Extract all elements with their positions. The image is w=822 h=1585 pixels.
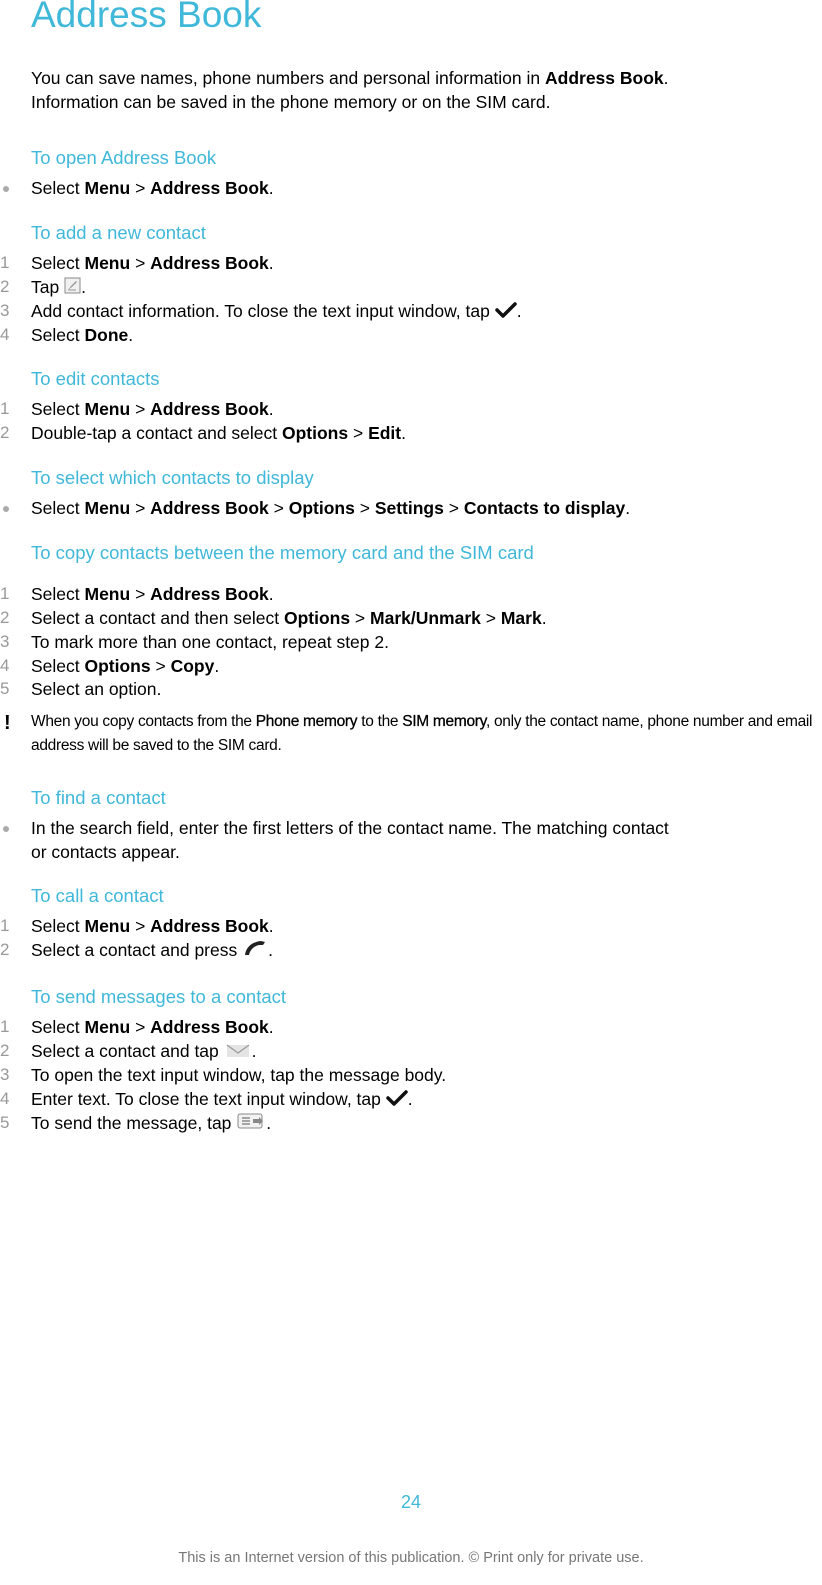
bullet-icon — [3, 186, 9, 192]
step-number: 2 — [0, 277, 10, 296]
intro-line-2: Information can be saved in the phone me… — [31, 92, 551, 112]
step-number: 1 — [0, 584, 10, 603]
step-number: 1 — [0, 916, 10, 935]
warning-icon: ! — [4, 712, 11, 734]
step-number: 4 — [0, 656, 10, 675]
heading-call-contact: To call a contact — [31, 885, 164, 906]
phone-call-icon — [242, 939, 268, 963]
step-number: 3 — [0, 301, 10, 320]
send-message-icon — [236, 1112, 266, 1136]
step-number: 4 — [0, 1089, 10, 1108]
page-number: 24 — [400, 1492, 422, 1512]
address-book-label: Address Book — [150, 178, 269, 198]
step-number: 5 — [0, 1113, 10, 1132]
heading-contacts-to-display: To select which contacts to display — [31, 467, 314, 488]
bullet-icon — [3, 506, 9, 512]
footer-text: This is an Internet version of this publ… — [178, 1550, 644, 1566]
step-number: 2 — [0, 940, 10, 959]
step-number: 1 — [0, 399, 10, 418]
step-number: 2 — [0, 608, 10, 627]
step-number: 5 — [0, 679, 10, 698]
heading-open-address-book: To open Address Book — [31, 147, 217, 168]
checkmark-icon — [386, 1088, 408, 1112]
heading-send-messages: To send messages to a contact — [31, 986, 287, 1007]
heading-edit-contacts: To edit contacts — [31, 368, 160, 389]
step-number: 3 — [0, 1065, 10, 1084]
intro-bold: Address Book — [545, 68, 664, 88]
step-number: 4 — [0, 325, 10, 344]
step-number: 2 — [0, 423, 10, 442]
note-text: When you copy contacts from the Phone me… — [31, 713, 813, 754]
checkmark-icon — [494, 300, 517, 324]
menu-label: Menu — [84, 178, 131, 198]
page-title: Address Book — [31, 0, 262, 35]
step-number: 3 — [0, 632, 10, 651]
step-number: 1 — [0, 253, 10, 272]
step-number: 2 — [0, 1041, 10, 1060]
intro-punct: . — [663, 68, 669, 88]
heading-add-contact: To add a new contact — [31, 222, 206, 243]
heading-copy-contacts: To copy contacts between the memory card… — [31, 542, 534, 563]
bullet-icon — [3, 826, 9, 832]
new-contact-icon — [64, 276, 81, 300]
step-number: 1 — [0, 1017, 10, 1036]
heading-find-contact: To find a contact — [31, 787, 166, 808]
envelope-icon — [224, 1040, 252, 1064]
intro-paragraph: You can save names, phone numbers and pe… — [31, 66, 811, 114]
intro-text: You can save names, phone numbers and pe… — [31, 68, 545, 88]
